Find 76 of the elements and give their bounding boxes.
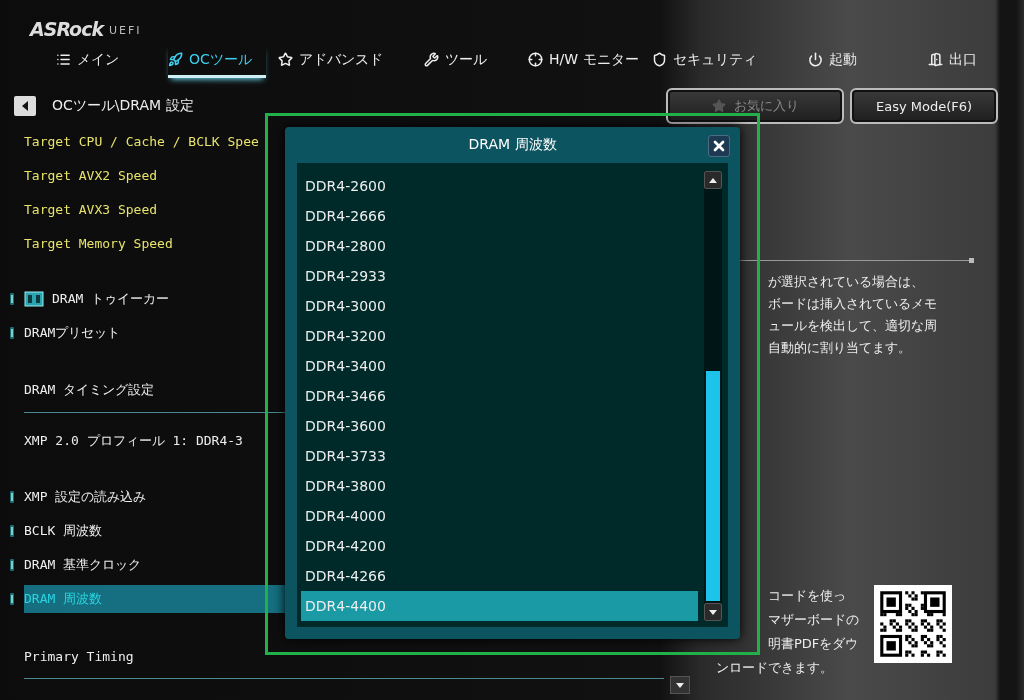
profile-value: XMP 2.0 プロフィール 1: DDR4-3 [24, 432, 243, 450]
brand-logo: ASRock [30, 18, 104, 40]
info-icon [9, 525, 15, 537]
divider-end-icon [969, 258, 974, 263]
dialog-title: DRAM 周波数 [468, 136, 557, 154]
frequency-option[interactable]: DDR4-4200 [301, 531, 698, 561]
help-text: が選択されている場合は、 [768, 273, 924, 291]
nav-tab[interactable]: H/W モニター [528, 44, 640, 78]
scroll-down-button[interactable] [670, 676, 690, 694]
qr-code-icon [874, 585, 952, 663]
nav-tab[interactable]: セキュリティ [652, 44, 796, 78]
down-arrow-icon [676, 682, 684, 688]
help-text: ボードは挿入されているメモ [768, 295, 937, 313]
target-label: Target Memory Speed [24, 234, 173, 253]
frequency-option[interactable]: DDR4-4266 [301, 561, 698, 591]
nav-tab[interactable]: ツール [424, 44, 516, 78]
nav-tab[interactable]: 出口 [928, 44, 1006, 78]
help-text: 自動的に割り当てます。 [768, 339, 911, 357]
shield-icon [652, 52, 667, 67]
info-icon [9, 293, 15, 305]
nav-tab[interactable]: 起動 [808, 44, 916, 78]
info-icon [9, 327, 15, 339]
scroll-down-button[interactable] [704, 603, 722, 621]
back-button[interactable] [14, 96, 36, 116]
frequency-option[interactable]: DDR4-3200 [301, 321, 698, 351]
wrench-icon [424, 52, 439, 67]
help-text: コードを使っ [768, 587, 846, 605]
nav-tab[interactable]: アドバンスド [278, 44, 412, 78]
close-button[interactable] [708, 135, 730, 157]
target-label: Target AVX2 Speed [24, 166, 158, 185]
frequency-option[interactable]: DDR4-4000 [301, 501, 698, 531]
setting-item[interactable]: DRAMプリセット [24, 319, 121, 347]
frequency-option[interactable]: DDR4-3400 [301, 351, 698, 381]
frequency-option[interactable]: DDR4-2800 [301, 231, 698, 261]
frequency-option[interactable]: DDR4-2933 [301, 261, 698, 291]
frequency-option[interactable]: DDR4-3466 [301, 381, 698, 411]
frequency-option[interactable]: DDR4-2600 [301, 171, 698, 201]
crosshair-icon [528, 52, 543, 67]
info-icon [9, 593, 15, 605]
nav-tab[interactable]: OCツール [168, 44, 266, 78]
target-label: Target AVX3 Speed [24, 200, 158, 219]
down-arrow-icon [709, 609, 717, 615]
info-icon [9, 559, 15, 571]
setting-item[interactable]: DRAM 基準クロック [24, 551, 142, 579]
breadcrumb-path: OCツール\DRAM 設定 [52, 97, 194, 115]
setting-item[interactable]: BCLK 周波数 [24, 517, 103, 545]
door-icon [928, 52, 943, 67]
back-icon [22, 101, 28, 111]
help-text: 明書PDFをダウ [768, 635, 859, 653]
info-icon [9, 491, 15, 503]
help-text: マザーボードの [768, 611, 859, 629]
frequency-option[interactable]: DDR4-3800 [301, 471, 698, 501]
target-label: Target CPU / Cache / BCLK Spee [24, 132, 259, 151]
star-icon [711, 99, 726, 113]
star-icon [278, 52, 293, 67]
help-text: ュールを検出して、適切な周 [768, 317, 937, 335]
setting-item[interactable]: DRAM トゥイーカー [24, 285, 170, 313]
power-icon [808, 52, 823, 67]
frequency-option[interactable]: DDR4-3600 [301, 411, 698, 441]
section-heading: DRAM タイミング設定 [24, 381, 155, 399]
scroll-thumb[interactable] [706, 371, 720, 601]
setting-item[interactable]: XMP 設定の読み込み [24, 483, 147, 511]
mode-button[interactable]: Easy Mode(F6) [850, 88, 998, 124]
nav-tab[interactable]: メイン [56, 44, 156, 78]
frequency-option[interactable]: DDR4-3000 [301, 291, 698, 321]
up-arrow-icon [709, 177, 717, 183]
frequency-option[interactable]: DDR4-2666 [301, 201, 698, 231]
frequency-option[interactable]: DDR4-3733 [301, 441, 698, 471]
logo-suffix: UEFI [109, 24, 142, 39]
help-text: ンロードできます。 [716, 659, 833, 677]
section-heading: Primary Timing [24, 647, 134, 666]
close-icon [711, 138, 727, 154]
scroll-up-button[interactable] [704, 171, 722, 189]
list-icon [56, 52, 71, 67]
rocket-icon [168, 52, 183, 67]
memory-icon [24, 291, 44, 307]
